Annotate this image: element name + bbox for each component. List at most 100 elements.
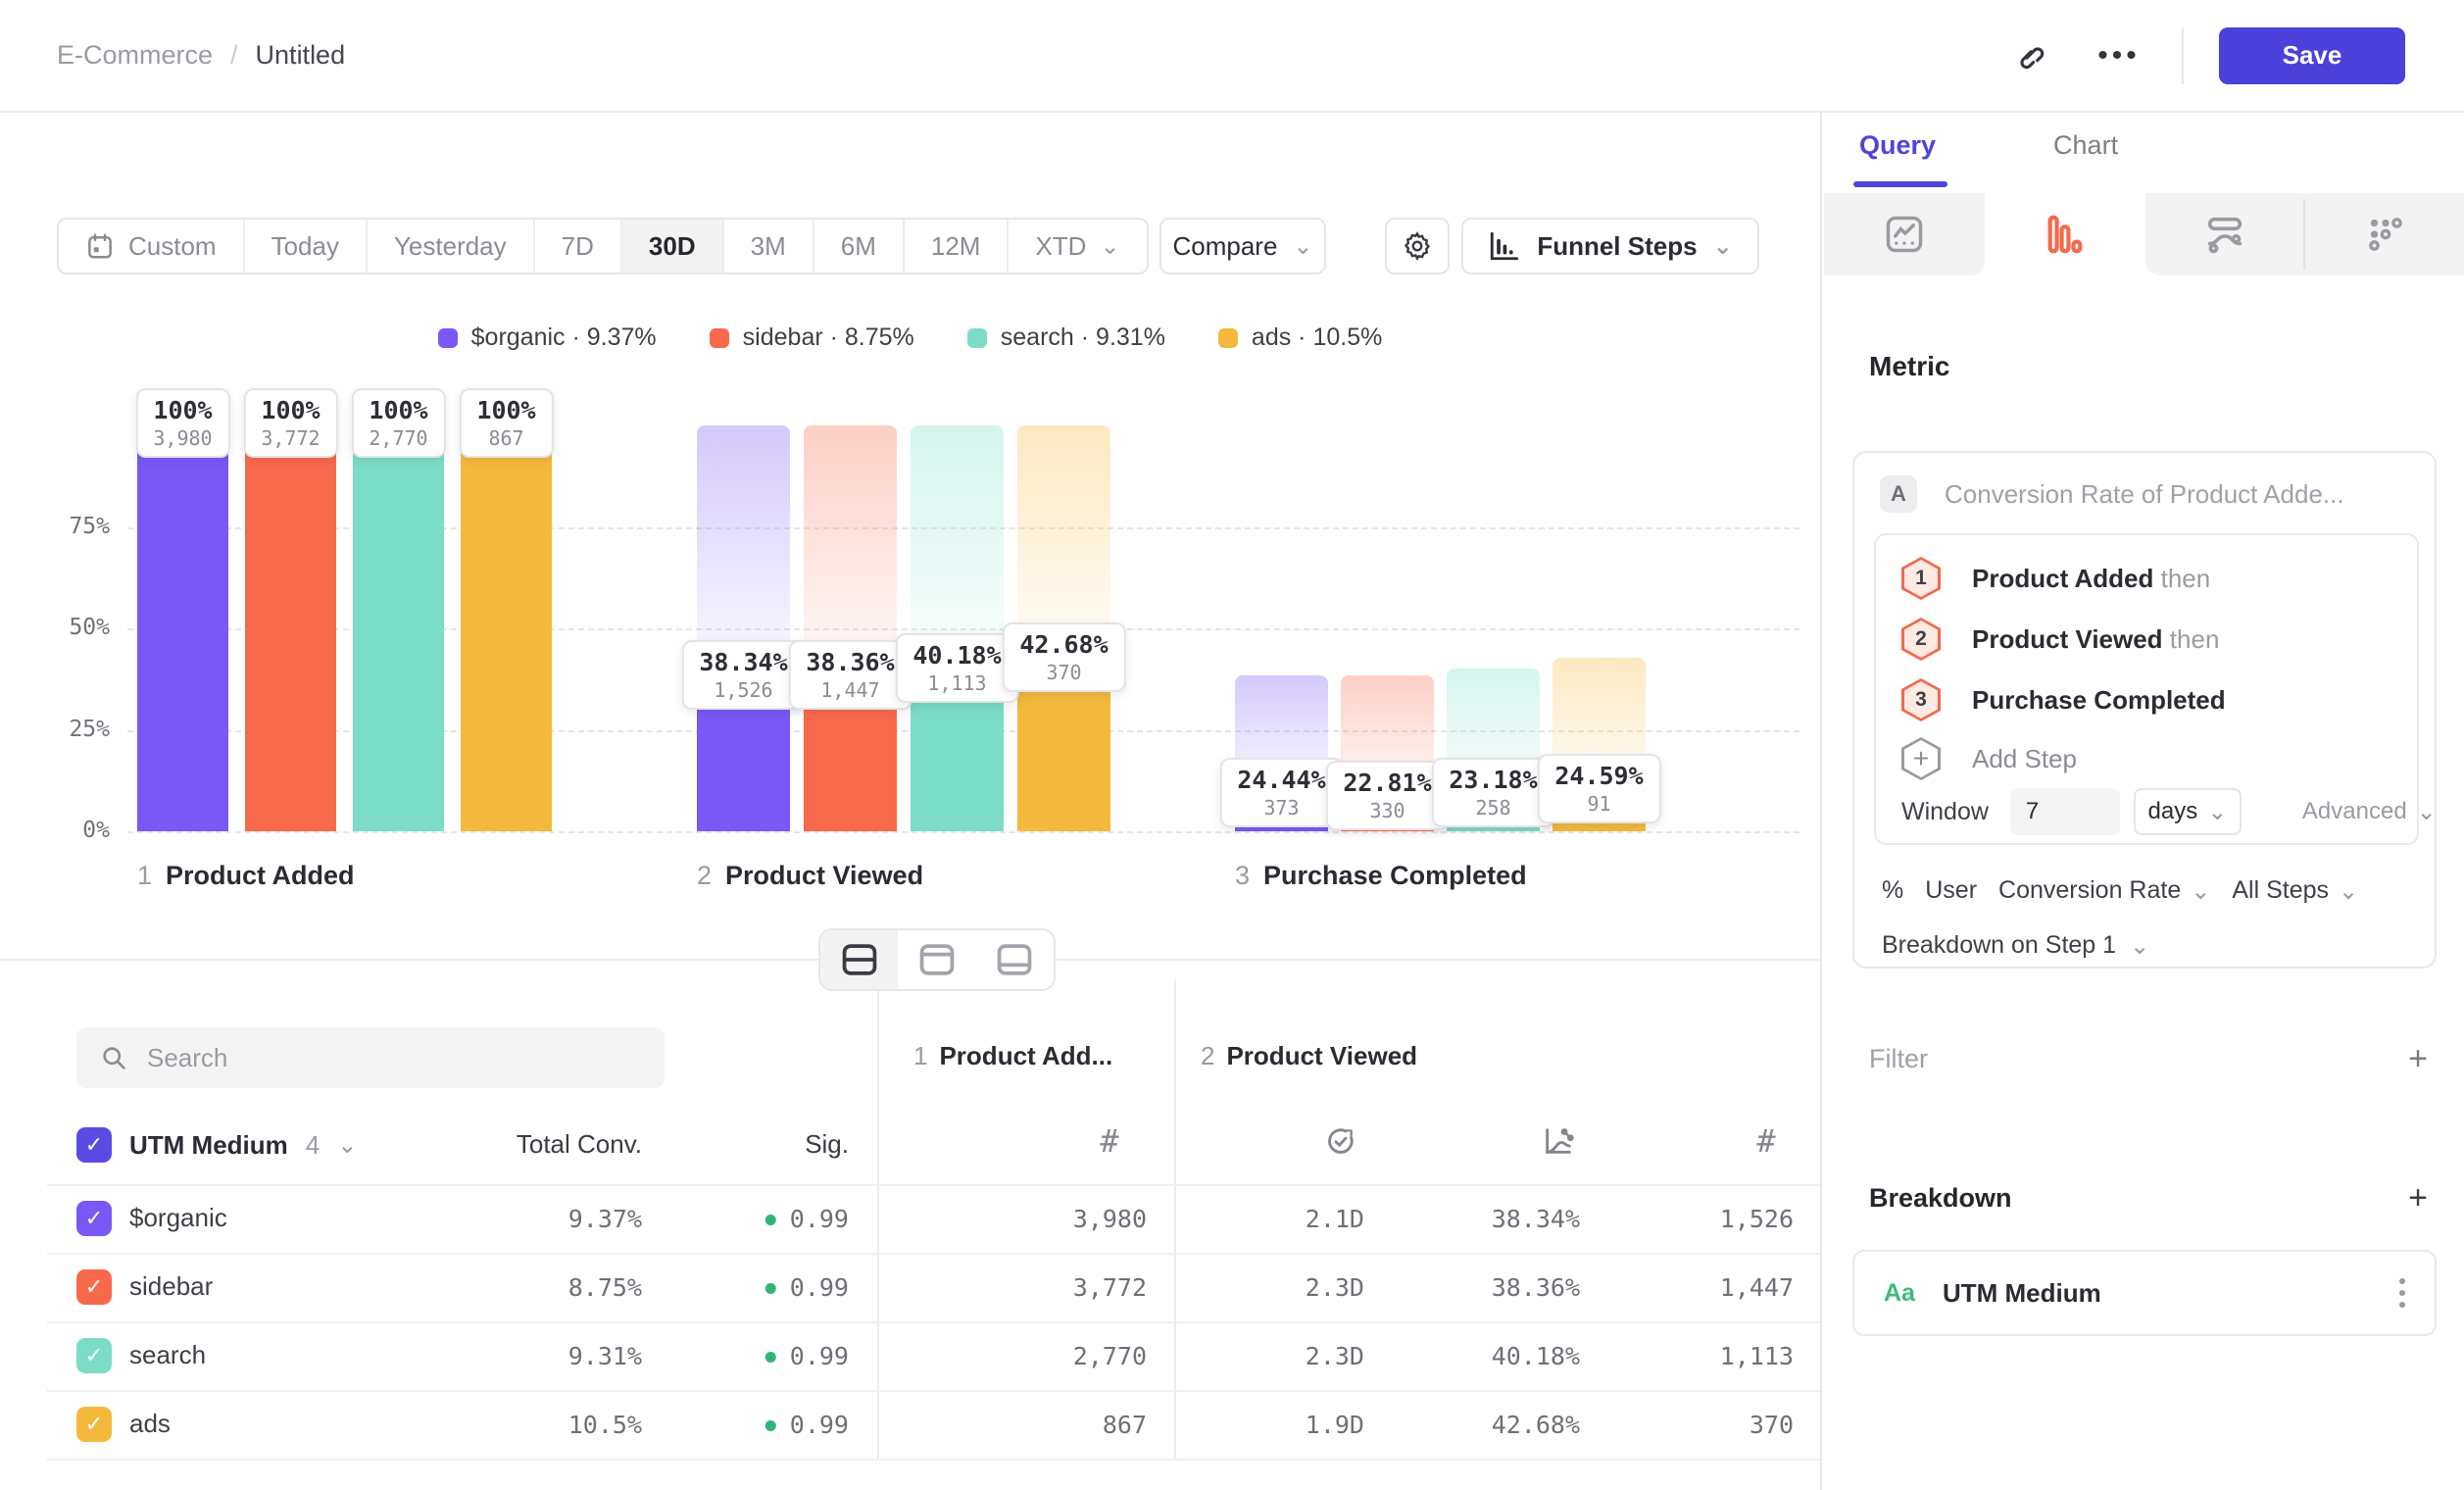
row-step2-time: 2.3D: [1306, 1273, 1364, 1302]
range-label: Yesterday: [394, 231, 507, 262]
chevron-down-icon: ⌄: [2417, 800, 2437, 823]
range-today[interactable]: Today: [245, 220, 368, 273]
sig-column-header[interactable]: Sig.: [805, 1129, 849, 1160]
conversion-column-icon[interactable]: [1519, 1119, 1598, 1163]
range-7d[interactable]: 7D: [535, 220, 622, 273]
window-unit-dropdown[interactable]: days ⌄: [2134, 788, 2242, 835]
add-breakdown-button[interactable]: +: [2408, 1181, 2428, 1215]
measurement-row: % User Conversion Rate ⌄ All Steps ⌄: [1882, 876, 2358, 905]
legend-item[interactable]: ads · 10.5%: [1218, 323, 1382, 352]
layout-split-button[interactable]: [820, 930, 898, 989]
avg-time-column-icon[interactable]: [1302, 1119, 1380, 1163]
range-xtd[interactable]: XTD⌄: [1009, 220, 1146, 273]
tab-query[interactable]: Query: [1859, 130, 1936, 161]
funnel-ghost-bar[interactable]: [804, 425, 897, 675]
legend-label: sidebar · 8.75%: [743, 323, 914, 352]
funnel-bar[interactable]: [353, 425, 444, 831]
compare-button[interactable]: Compare ⌄: [1159, 218, 1326, 274]
measurement-dropdown[interactable]: Conversion Rate ⌄: [1998, 876, 2210, 905]
breadcrumb-report-title[interactable]: Untitled: [256, 40, 346, 71]
funnels-chart-tab[interactable]: [1985, 193, 2145, 275]
row-checkbox[interactable]: ✓: [76, 1407, 112, 1442]
significance-dot: [765, 1420, 776, 1431]
range-custom[interactable]: Custom: [59, 220, 245, 273]
row-total-conv: 10.5%: [568, 1411, 642, 1439]
range-12m[interactable]: 12M: [905, 220, 1010, 273]
bar-value-tooltip: 24.59%91: [1537, 754, 1660, 823]
bar-conversion-label: 24.44%: [1237, 766, 1325, 794]
string-property-icon: Aa: [1884, 1279, 1915, 1308]
table-step1-header: 1 Product Add...: [913, 1041, 1112, 1071]
range-6m[interactable]: 6M: [814, 220, 905, 273]
metric-summary-row[interactable]: A Conversion Rate of Product Adde...: [1880, 475, 2344, 513]
row-step2-count: 370: [1749, 1411, 1794, 1439]
insights-chart-tab[interactable]: [1824, 193, 1985, 275]
flows-icon: [2202, 212, 2247, 257]
query-step-row[interactable]: 1Product Added then: [1901, 557, 2210, 600]
total-conv-column-header[interactable]: Total Conv.: [517, 1129, 642, 1160]
chart-type-button[interactable]: Funnel Steps ⌄: [1461, 218, 1759, 274]
legend-item[interactable]: search · 9.31%: [967, 323, 1165, 352]
breakdown-property-card[interactable]: Aa UTM Medium: [1852, 1250, 2437, 1336]
layout-table-only-button[interactable]: [976, 930, 1054, 989]
table-only-view-icon: [996, 943, 1033, 976]
more-menu-icon[interactable]: •••: [2092, 28, 2146, 83]
tab-chart[interactable]: Chart: [2053, 130, 2118, 161]
chevron-down-icon: ⌄: [2339, 879, 2358, 903]
chevron-down-icon[interactable]: ⌄: [337, 1133, 357, 1157]
legend-item[interactable]: sidebar · 8.75%: [710, 323, 914, 352]
flows-chart-tab[interactable]: [2145, 193, 2306, 275]
bar-value-tooltip: 38.36%1,447: [788, 640, 912, 710]
breakdown-column-label[interactable]: UTM Medium: [129, 1130, 288, 1161]
range-label: 3M: [751, 231, 786, 262]
table-header-left: ✓ UTM Medium 4 ⌄: [76, 1123, 357, 1167]
row-step1-count: 2,770: [1073, 1342, 1147, 1370]
funnel-bar[interactable]: [137, 425, 228, 831]
steps-scope-dropdown[interactable]: All Steps ⌄: [2232, 876, 2358, 905]
add-step-button[interactable]: + Add Step: [1901, 737, 2077, 780]
breakdown-step-dropdown[interactable]: Breakdown on Step 1 ⌄: [1882, 931, 2149, 960]
funnel-ghost-bar[interactable]: [697, 425, 790, 675]
funnel-chart-icon: [1488, 229, 1521, 263]
row-checkbox[interactable]: ✓: [76, 1269, 112, 1305]
save-button[interactable]: Save: [2219, 27, 2405, 84]
counting-method-label[interactable]: User: [1925, 876, 1977, 905]
advanced-dropdown[interactable]: Advanced ⌄: [2302, 798, 2437, 825]
legend-item[interactable]: $organic · 9.37%: [438, 323, 657, 352]
compare-label: Compare: [1172, 231, 1277, 262]
funnel-bar[interactable]: [245, 425, 336, 831]
chart-settings-button[interactable]: [1385, 218, 1450, 274]
bar-count-label: 1,526: [699, 678, 787, 702]
range-yesterday[interactable]: Yesterday: [368, 220, 535, 273]
window-value-input[interactable]: [2010, 788, 2120, 835]
range-label: Today: [271, 231, 339, 262]
range-3m[interactable]: 3M: [724, 220, 814, 273]
range-30d[interactable]: 30D: [622, 220, 724, 273]
y-axis-tick: 75%: [35, 514, 110, 539]
search-input[interactable]: [147, 1043, 617, 1073]
layout-chart-only-button[interactable]: [898, 930, 975, 989]
share-link-icon[interactable]: [2001, 28, 2056, 83]
breadcrumb-board[interactable]: E-Commerce: [57, 40, 213, 71]
step-index: 2: [1201, 1041, 1214, 1071]
query-step-row[interactable]: 2Product Viewed then: [1901, 618, 2219, 661]
select-all-checkbox[interactable]: ✓: [76, 1127, 112, 1163]
breakdown-options-kebab-icon[interactable]: [2399, 1278, 2405, 1308]
bar-value-tooltip: 100%3,980: [135, 388, 229, 458]
count-column-icon[interactable]: #: [1727, 1119, 1805, 1163]
funnel-ghost-bar[interactable]: [911, 425, 1004, 669]
row-checkbox[interactable]: ✓: [76, 1338, 112, 1373]
step-name: Product Viewed: [725, 861, 923, 891]
retention-chart-tab[interactable]: [2305, 193, 2464, 275]
add-filter-button[interactable]: +: [2408, 1042, 2428, 1075]
step-name: Product Viewed: [1226, 1041, 1417, 1071]
row-step2-count: 1,447: [1720, 1273, 1794, 1302]
funnel-bar[interactable]: [461, 425, 552, 831]
breakdown-property-name: UTM Medium: [1943, 1278, 2372, 1309]
row-step2-count: 1,526: [1720, 1205, 1794, 1233]
breadcrumb-separator: /: [230, 40, 238, 71]
count-column-icon[interactable]: #: [1070, 1119, 1149, 1163]
row-checkbox[interactable]: ✓: [76, 1201, 112, 1236]
query-step-row[interactable]: 3Purchase Completed: [1901, 678, 2226, 721]
window-label: Window: [1901, 798, 1989, 826]
